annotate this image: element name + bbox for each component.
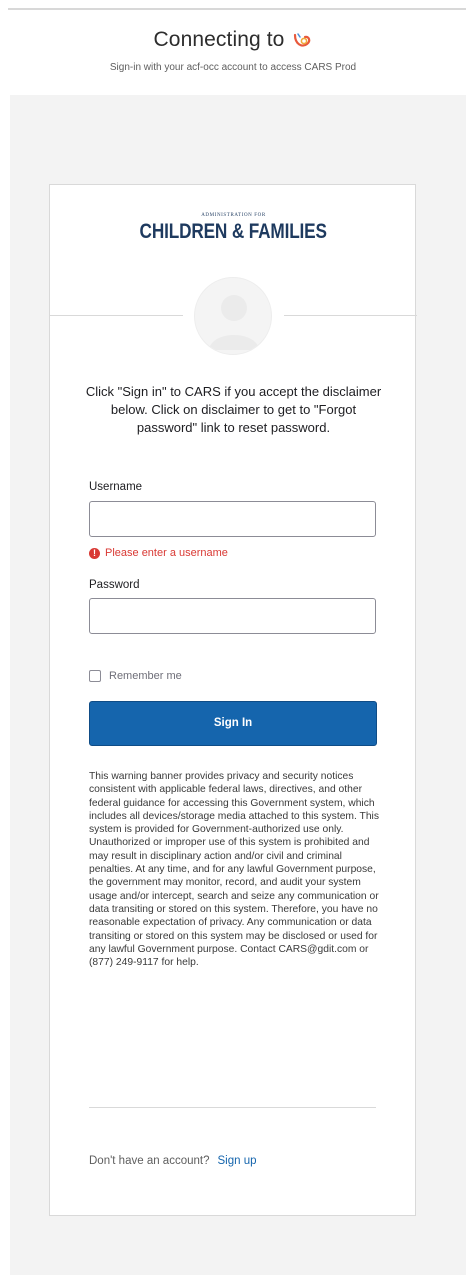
username-error: ! Please enter a username — [89, 546, 228, 560]
password-input[interactable] — [89, 598, 376, 634]
signin-card: Administration for CHILDREN & FAMILIES C… — [49, 184, 417, 1216]
remember-me-label[interactable]: Remember me — [109, 670, 182, 682]
top-rule — [8, 8, 466, 10]
username-label: Username — [89, 481, 143, 493]
org-logo-name: CHILDREN & FAMILIES — [139, 220, 328, 243]
password-label: Password — [89, 579, 140, 591]
username-error-text: Please enter a username — [105, 547, 228, 559]
disclaimer-heading[interactable]: Click "Sign in" to CARS if you accept th… — [82, 383, 385, 437]
user-avatar-icon — [194, 277, 272, 355]
org-logo-admin-line: Administration for — [201, 213, 266, 218]
header-title: Connecting to — [0, 28, 466, 52]
warning-banner[interactable]: This warning banner provides privacy and… — [89, 770, 379, 969]
signup-link[interactable]: Sign up — [217, 1155, 256, 1169]
bottom-divider — [89, 1107, 376, 1108]
header-subtitle: Sign-in with your acf-occ account to acc… — [109, 62, 357, 73]
org-logo: Administration for CHILDREN & FAMILIES — [50, 213, 417, 253]
divider-left — [50, 315, 183, 316]
remember-me[interactable]: Remember me — [89, 669, 182, 683]
header: Connecting to Sign-in with your acf-occ … — [0, 12, 466, 90]
signup-row: Don't have an account? Sign up — [89, 1155, 257, 1169]
divider-right — [284, 315, 417, 316]
signup-question: Don't have an account? — [89, 1155, 210, 1167]
error-icon: ! — [89, 547, 100, 559]
occ-logo-icon — [292, 31, 312, 49]
signin-button[interactable]: Sign In — [89, 701, 377, 746]
remember-me-checkbox[interactable] — [89, 670, 101, 682]
header-title-text: Connecting to — [153, 28, 285, 51]
username-input[interactable] — [89, 501, 376, 537]
